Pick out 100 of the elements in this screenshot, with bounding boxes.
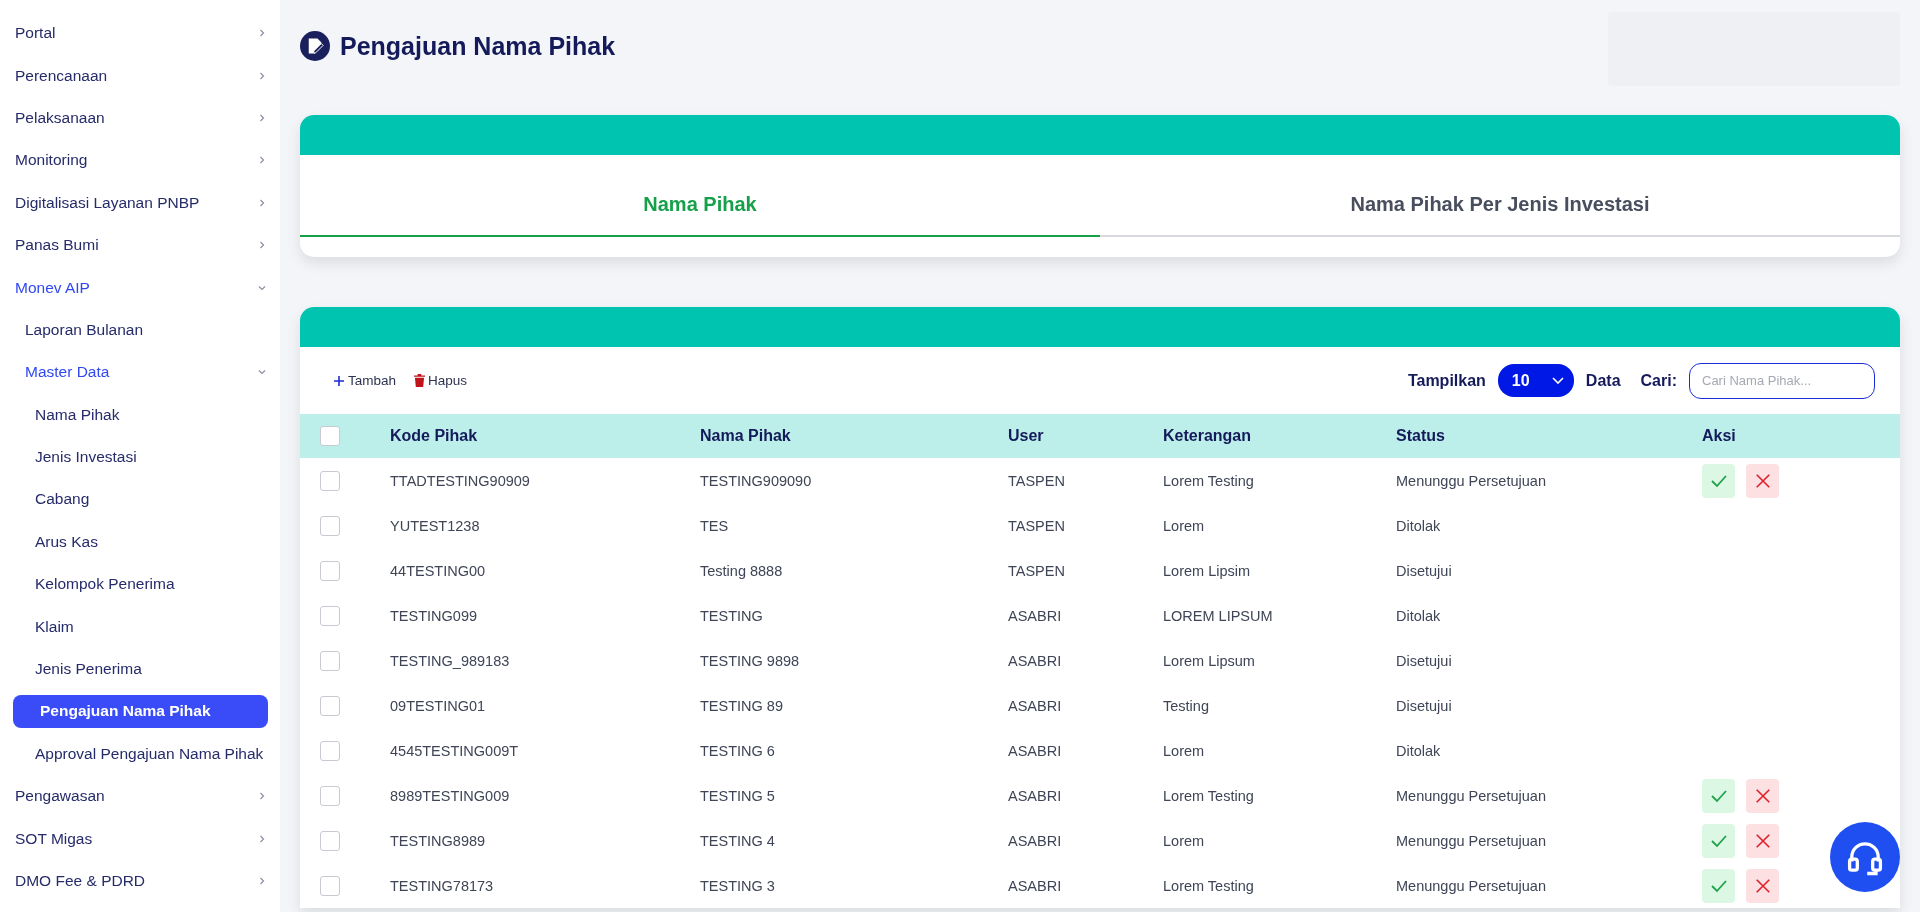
table-cell: Menunggu Persetujuan xyxy=(1396,832,1546,849)
trash-icon xyxy=(414,374,426,387)
sidebar-item[interactable]: Arus Kas xyxy=(0,520,280,564)
table-cell: ASABRI xyxy=(1008,742,1062,759)
table-cell: 09TESTING01 xyxy=(390,697,486,714)
checkbox[interactable] xyxy=(320,785,340,806)
table-cell: Menunggu Persetujuan xyxy=(1396,472,1546,489)
sidebar-item[interactable]: Kelompok Penerima xyxy=(0,563,280,606)
close-icon xyxy=(1753,831,1772,850)
search-field[interactable]: Cari Nama Pihak... xyxy=(1689,362,1875,399)
checkbox[interactable] xyxy=(320,426,340,446)
reject-button[interactable] xyxy=(1746,778,1779,813)
reject-button[interactable] xyxy=(1746,868,1779,903)
chevron-right-icon xyxy=(258,198,266,207)
table-cell: Ditolak xyxy=(1396,607,1441,624)
table-cell: ASABRI xyxy=(1008,877,1062,894)
reject-button[interactable] xyxy=(1746,823,1779,858)
sidebar-item[interactable]: Cabang xyxy=(0,478,280,521)
checkbox[interactable] xyxy=(320,470,340,491)
checkbox[interactable] xyxy=(320,605,340,626)
chevron-down-icon xyxy=(258,283,266,292)
sidebar-item[interactable]: SOT Migas xyxy=(0,817,280,860)
chevron-right-icon xyxy=(258,241,266,250)
approve-button[interactable] xyxy=(1702,778,1735,813)
table-cell: Menunggu Persetujuan xyxy=(1396,787,1546,804)
approve-button[interactable] xyxy=(1702,463,1735,498)
sidebar-item[interactable]: Perencanaan xyxy=(0,54,280,97)
table-cell: Disetujui xyxy=(1396,562,1452,579)
sidebar-item[interactable]: Portal xyxy=(0,12,280,55)
table-cell: Disetujui xyxy=(1396,697,1452,714)
column-header: Status xyxy=(1396,427,1445,445)
sidebar-item[interactable]: Master Data xyxy=(0,351,280,394)
chevron-right-icon xyxy=(258,29,266,38)
approve-button[interactable] xyxy=(1702,868,1735,903)
table-cell: TESTING xyxy=(700,607,763,624)
table-cell: Lorem Testing xyxy=(1163,787,1254,804)
table-cell: Disetujui xyxy=(1396,652,1452,669)
chevron-right-icon xyxy=(258,792,266,801)
sidebar-item[interactable]: Monitoring xyxy=(0,139,280,182)
page-size-select[interactable]: 10 xyxy=(1497,364,1574,397)
chevron-right-icon xyxy=(258,156,266,165)
add-button[interactable]: Tambah xyxy=(333,373,397,388)
checkbox[interactable] xyxy=(320,650,340,671)
checkbox[interactable] xyxy=(320,875,340,896)
table-cell: ASABRI xyxy=(1008,832,1062,849)
chevron-down-icon xyxy=(258,368,266,377)
table-cell: TESTING_989183 xyxy=(390,652,510,669)
table-cell: Lorem Lipsum xyxy=(1163,652,1255,669)
sidebar-item[interactable]: Monev AIP xyxy=(0,266,280,309)
checkbox[interactable] xyxy=(320,515,340,536)
sidebar-item[interactable]: Nama Pihak xyxy=(0,393,280,436)
document-edit-icon xyxy=(300,31,330,61)
close-icon xyxy=(1753,876,1772,895)
sidebar-item[interactable]: Pengawasan xyxy=(0,775,280,818)
checkbox[interactable] xyxy=(320,695,340,716)
chevron-right-icon xyxy=(258,834,266,843)
sidebar-item[interactable]: DMO Fee & PDRD xyxy=(0,859,280,903)
search-label: Cari: xyxy=(1640,371,1677,390)
table-cell: ASABRI xyxy=(1008,697,1062,714)
sidebar-item[interactable]: Klaim xyxy=(0,605,280,648)
column-header: Keterangan xyxy=(1163,427,1252,445)
checkbox[interactable] xyxy=(320,560,340,581)
table-cell: TESTING099 xyxy=(390,607,478,624)
sidebar-item[interactable]: Approval Pengajuan Nama Pihak xyxy=(0,732,280,776)
page-title: Pengajuan Nama Pihak xyxy=(340,31,616,61)
show-label: Tampilkan xyxy=(1407,371,1486,390)
column-header: Aksi xyxy=(1702,427,1736,445)
table-cell: TESTING 4 xyxy=(700,832,775,849)
checkbox[interactable] xyxy=(320,740,340,761)
table-cell: Lorem xyxy=(1163,517,1205,534)
close-icon xyxy=(1753,471,1772,490)
table-cell: LOREM LIPSUM xyxy=(1163,607,1273,624)
table-cell: Lorem xyxy=(1163,832,1205,849)
table-cell: 44TESTING00 xyxy=(390,562,486,579)
table-cell: Lorem xyxy=(1163,742,1205,759)
table-cell: TESTING 89 xyxy=(700,697,783,714)
table-cell: TESTING8989 xyxy=(390,832,486,849)
sidebar-item[interactable]: Jenis Penerima xyxy=(0,647,280,691)
sidebar-item[interactable]: Laporan Bulanan xyxy=(0,308,280,352)
tab[interactable]: Nama Pihak Per Jenis Investasi xyxy=(1100,155,1900,237)
table-cell: TESTING78173 xyxy=(390,877,494,894)
reject-button[interactable] xyxy=(1746,463,1779,498)
table-cell: TASPEN xyxy=(1008,472,1065,489)
table-cell: ASABRI xyxy=(1008,787,1062,804)
chevron-right-icon xyxy=(258,877,266,885)
table-cell: Lorem Lipsim xyxy=(1163,562,1251,579)
column-header: Nama Pihak xyxy=(700,427,791,445)
sidebar-item[interactable]: Pengajuan Nama Pihak xyxy=(13,695,268,728)
table-cell: Ditolak xyxy=(1396,742,1441,759)
sidebar-item[interactable]: Panas Bumi xyxy=(0,223,280,267)
table-cell: TESTING 9898 xyxy=(700,652,800,669)
table-cell: ASABRI xyxy=(1008,652,1062,669)
table-cell: Menunggu Persetujuan xyxy=(1396,877,1546,894)
delete-button[interactable]: Hapus xyxy=(414,373,468,388)
sidebar-item[interactable]: Jenis Investasi xyxy=(0,435,280,479)
sidebar-item[interactable]: Pelaksanaan xyxy=(0,96,280,140)
sidebar-item[interactable]: Digitalisasi Layanan PNBP xyxy=(0,181,280,224)
table-cell: ASABRI xyxy=(1008,607,1062,624)
checkbox[interactable] xyxy=(320,830,340,851)
approve-button[interactable] xyxy=(1702,823,1735,858)
